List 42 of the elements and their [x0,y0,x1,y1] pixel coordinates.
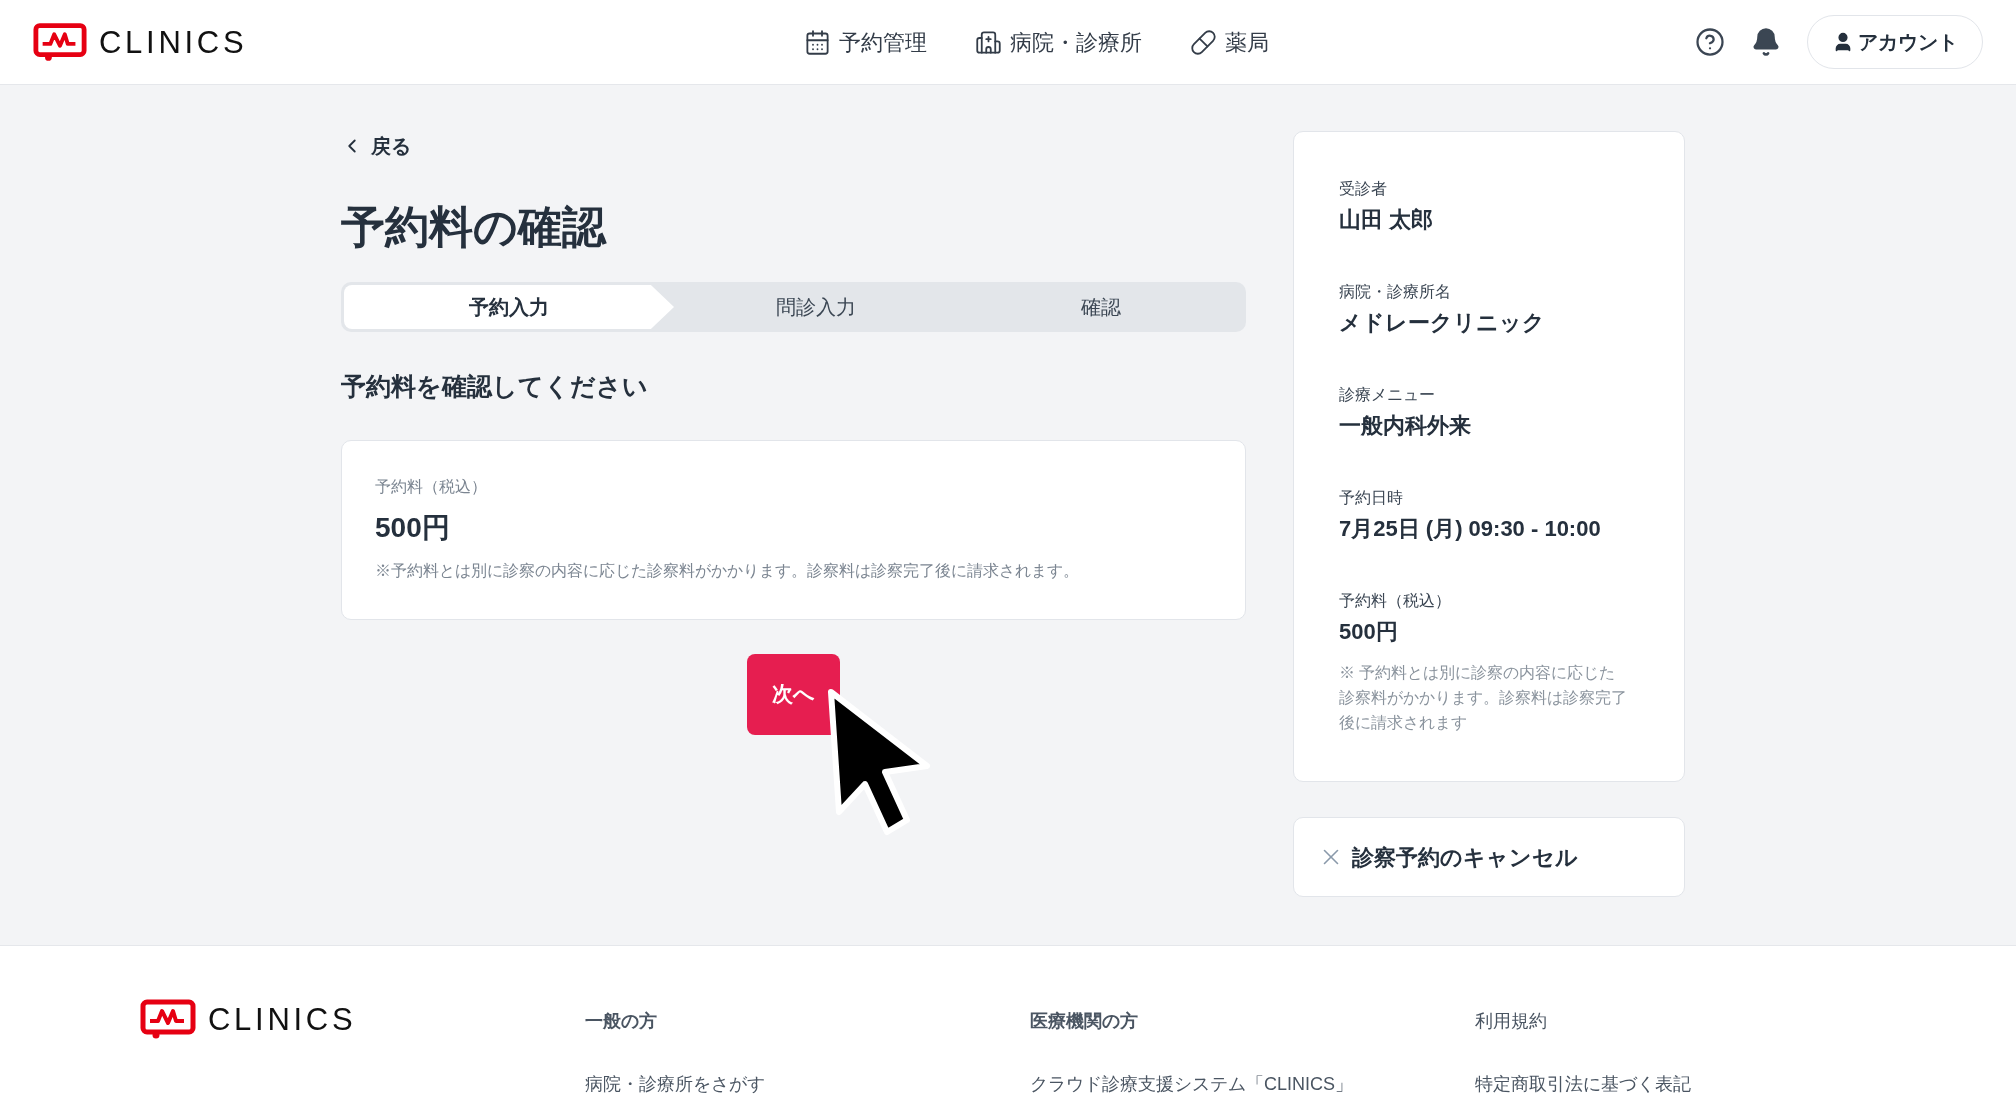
summary-value: 500円 [1339,618,1399,646]
footer-link[interactable]: 病院・診療所をさがす [585,1071,1030,1098]
summary-label: 病院・診療所名 [1339,282,1452,302]
footer-heading: 医療機関の方 [1030,1010,1139,1033]
hospital-icon [974,28,1002,56]
summary-label: 受診者 [1339,179,1388,199]
step-label: 予約入力 [344,285,674,329]
section-heading: 予約料を確認してください [341,371,649,402]
cursor-icon [827,687,933,838]
fee-note: ※予約料とは別に診察の内容に応じた診察料がかかります。診察料は診察完了後に請求されます。 [375,560,1080,581]
step-label: 問診入力 [775,295,858,320]
footer-link[interactable]: 特定商取引法に基づく表記 [1475,1071,1920,1098]
summary-value: 一般内科外来 [1339,412,1472,440]
help-icon[interactable] [1695,27,1725,57]
logo-text: CLINICS [208,1003,357,1035]
page-title: 予約料の確認 [341,201,608,253]
pill-icon [1189,28,1217,56]
logo-mark-icon [33,21,87,63]
logo-mark-icon [140,998,196,1040]
logo-text: CLINICS [99,26,248,58]
back-link[interactable]: 戻る [341,131,411,161]
fee-label: 予約料（税込） [375,476,488,497]
calendar-icon [803,28,831,56]
fee-amount: 500円 [375,510,451,545]
summary-value: 山田 太郎 [1339,206,1435,234]
footer-link[interactable]: クラウド診療支援システム「CLINICS」 [1030,1071,1475,1098]
summary-label: 診療メニュー [1339,385,1436,405]
summary-value: 7月25日 (月) 09:30 - 10:00 [1339,515,1602,543]
footer-link[interactable]: 利用規約 [1475,1008,1920,1035]
nav-link[interactable]: 病院・診療所 [974,25,1142,59]
nav-link[interactable]: 予約管理 [803,25,927,59]
next-button[interactable]: 次へ [747,653,840,735]
summary-note: ※ 予約料とは別に診察の内容に応じた診察料がかかります。診察料は診察完了後に請求されます [1339,663,1628,733]
summary-value: メドレークリニック [1339,309,1546,337]
summary-label: 予約料（税込） [1339,591,1452,611]
nav-link[interactable]: 薬局 [1189,25,1269,59]
step-label: 確認 [1079,295,1122,320]
cancel-button[interactable]: 診察予約のキャンセル [1293,817,1685,897]
account-button[interactable]: アカウント [1807,15,1983,69]
footer-heading: 一般の方 [585,1010,658,1033]
summary-label: 予約日時 [1339,488,1404,508]
notification-bell-icon[interactable] [1751,27,1781,57]
